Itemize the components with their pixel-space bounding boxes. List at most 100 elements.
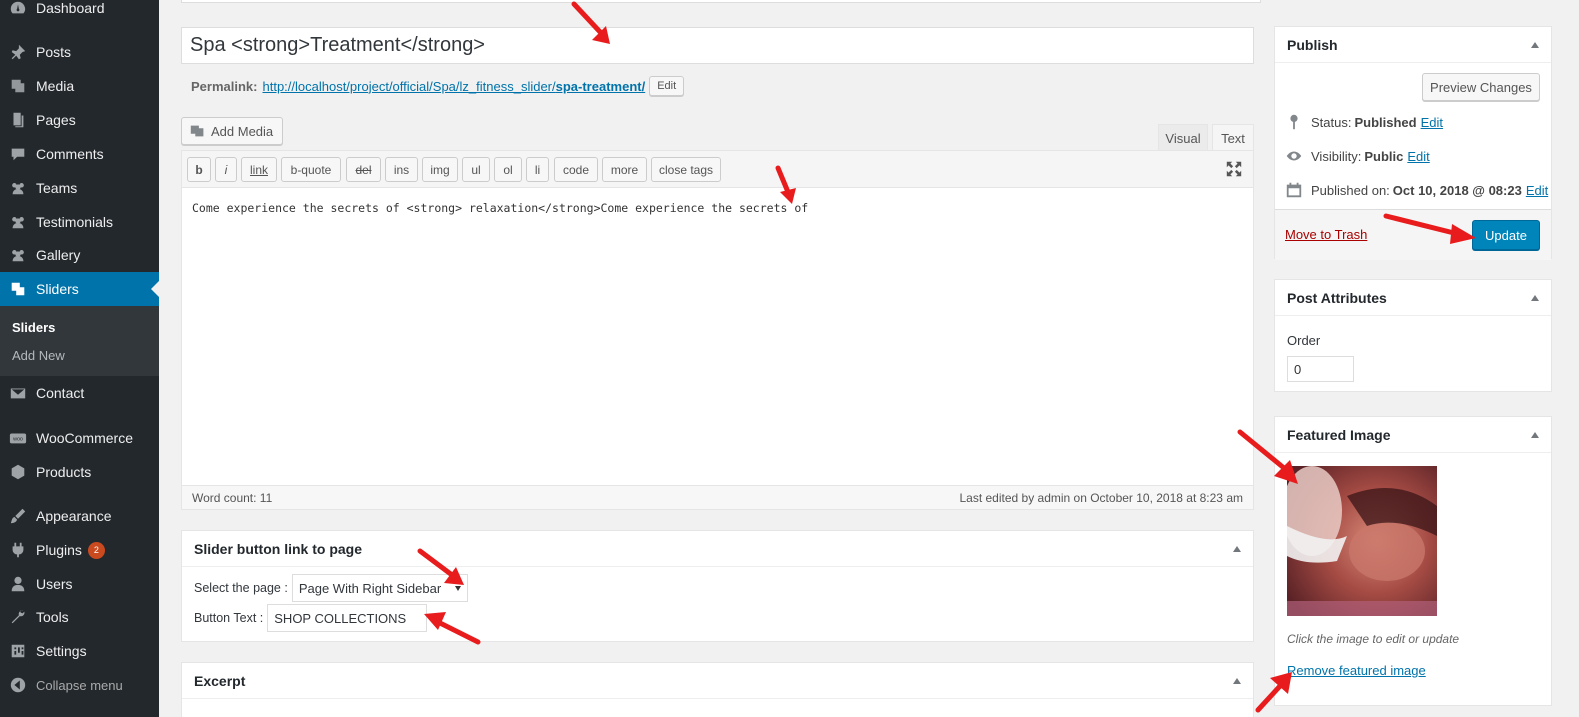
sliders-submenu: Sliders Add New: [0, 306, 159, 376]
plugin-update-badge: 2: [87, 541, 105, 559]
sidebar-item-dashboard[interactable]: Dashboard: [0, 0, 159, 25]
toggle-up-icon[interactable]: [1531, 431, 1539, 438]
fullscreen-icon[interactable]: [1225, 160, 1243, 178]
admin-sidebar: Dashboard Posts Media Pages Comments Tea…: [0, 0, 159, 717]
qt-img-button[interactable]: img: [422, 157, 458, 182]
button-text-label: Button Text :: [194, 611, 264, 625]
publish-actions: Move to Trash Update: [1275, 209, 1551, 260]
sidebar-item-contact[interactable]: Contact: [0, 376, 159, 410]
published-label: Published on:: [1311, 182, 1390, 198]
svg-text:woo: woo: [12, 437, 23, 443]
metabox-header[interactable]: Featured Image: [1275, 417, 1551, 453]
update-button[interactable]: Update: [1472, 220, 1540, 250]
sidebar-item-appearance[interactable]: Appearance: [0, 499, 159, 533]
sidebar-item-teams[interactable]: Teams: [0, 171, 159, 205]
post-title-input[interactable]: [181, 27, 1254, 64]
page-select-value: Page With Right Sidebar: [298, 580, 442, 596]
groups-icon: [0, 213, 36, 231]
qt-close-tags-button[interactable]: close tags: [651, 157, 721, 182]
published-value: Oct 10, 2018 @ 08:23: [1392, 182, 1522, 198]
sidebar-item-pages[interactable]: Pages: [0, 103, 159, 137]
collapse-menu-button[interactable]: Collapse menu: [0, 668, 159, 702]
sidebar-item-label: Products: [36, 464, 92, 480]
eye-icon: [1286, 151, 1302, 161]
qt-del-button[interactable]: del: [346, 157, 381, 182]
metabox-title: Publish: [1287, 36, 1338, 53]
tab-visual[interactable]: Visual: [1158, 124, 1208, 151]
metabox-header[interactable]: Publish: [1275, 27, 1551, 63]
qt-blockquote-button[interactable]: b-quote: [281, 157, 341, 182]
toggle-up-icon[interactable]: [1233, 545, 1241, 552]
featured-image-thumbnail[interactable]: [1287, 466, 1437, 616]
sidebar-item-tools[interactable]: Tools: [0, 600, 159, 634]
toggle-up-icon[interactable]: [1531, 41, 1539, 48]
toggle-up-icon[interactable]: [1233, 677, 1241, 684]
qt-li-button[interactable]: li: [526, 157, 549, 182]
page-select[interactable]: Page With Right Sidebar: [291, 574, 468, 602]
order-input[interactable]: 0: [1287, 356, 1354, 382]
metabox-header[interactable]: Post Attributes: [1275, 280, 1551, 316]
select-page-row: Select the page : Page With Right Sideba…: [194, 574, 468, 602]
post-attributes-metabox: Post Attributes Order 0: [1274, 279, 1552, 392]
tab-text[interactable]: Text: [1212, 124, 1254, 151]
edit-date-link[interactable]: Edit: [1526, 183, 1548, 198]
qt-bold-button[interactable]: b: [187, 157, 211, 182]
button-text-row: Button Text : SHOP COLLECTIONS: [194, 604, 428, 632]
move-to-trash-link[interactable]: Move to Trash: [1285, 227, 1367, 242]
sidebar-item-settings[interactable]: Settings: [0, 634, 159, 668]
sidebar-item-label: Sliders: [36, 281, 79, 297]
settings-icon: [0, 642, 36, 660]
sidebar-item-label: Users: [36, 576, 73, 592]
button-text-input[interactable]: SHOP COLLECTIONS: [267, 604, 428, 632]
visibility-label: Visibility:: [1311, 148, 1362, 164]
qt-more-button[interactable]: more: [602, 157, 647, 182]
metabox-header[interactable]: Slider button link to page: [182, 531, 1253, 567]
pin-icon: [0, 43, 36, 61]
qt-ol-button[interactable]: ol: [494, 157, 522, 182]
permalink-row: Permalink: http://localhost/project/offi…: [191, 76, 685, 96]
permalink-base: http://localhost/project/official/Spa/lz…: [262, 78, 556, 94]
sidebar-item-comments[interactable]: Comments: [0, 137, 159, 171]
post-status-row: Status: Published Edit: [1285, 113, 1443, 131]
qt-link-button[interactable]: link: [241, 157, 277, 182]
email-icon: [0, 384, 36, 402]
qt-italic-button[interactable]: i: [215, 157, 237, 182]
metabox-header[interactable]: Excerpt: [182, 663, 1253, 699]
sidebar-item-posts[interactable]: Posts: [0, 35, 159, 69]
edit-visibility-link[interactable]: Edit: [1407, 149, 1429, 164]
sidebar-item-testimonials[interactable]: Testimonials: [0, 205, 159, 239]
permalink-link[interactable]: http://localhost/project/official/Spa/lz…: [262, 79, 645, 94]
metabox-title: Post Attributes: [1287, 289, 1387, 306]
edit-status-link[interactable]: Edit: [1421, 115, 1443, 130]
toggle-up-icon[interactable]: [1531, 294, 1539, 301]
current-menu-pointer: [151, 281, 159, 297]
caret-down-icon: [454, 586, 461, 591]
sidebar-item-woocommerce[interactable]: woo WooCommerce: [0, 421, 159, 455]
qt-ins-button[interactable]: ins: [385, 157, 418, 182]
sidebar-item-label: Gallery: [36, 247, 81, 263]
permalink-edit-button[interactable]: Edit: [649, 76, 685, 96]
sidebar-item-label: Collapse menu: [36, 677, 123, 693]
editor-textarea[interactable]: Come experience the secrets of <strong> …: [192, 201, 808, 215]
sidebar-item-plugins[interactable]: Plugins 2: [0, 533, 159, 567]
add-media-button[interactable]: Add Media: [181, 117, 283, 145]
cube-icon: [0, 463, 36, 481]
preview-changes-button[interactable]: Preview Changes: [1422, 73, 1540, 101]
sidebar-item-products[interactable]: Products: [0, 455, 159, 489]
sidebar-item-gallery[interactable]: Gallery: [0, 238, 159, 272]
sidebar-item-label: Pages: [36, 112, 76, 128]
sidebar-item-media[interactable]: Media: [0, 69, 159, 103]
sidebar-item-label: Teams: [36, 180, 78, 196]
slider-button-metabox: Slider button link to page Select the pa…: [181, 530, 1254, 642]
submenu-sliders[interactable]: Sliders: [12, 320, 55, 335]
select-page-label: Select the page :: [194, 581, 288, 595]
qt-ul-button[interactable]: ul: [462, 157, 490, 182]
sidebar-item-label: Plugins: [36, 542, 82, 558]
submenu-add-new[interactable]: Add New: [12, 348, 65, 363]
sidebar-item-users[interactable]: Users: [0, 567, 159, 601]
qt-code-button[interactable]: code: [554, 157, 598, 182]
metabox-title: Slider button link to page: [194, 540, 362, 557]
remove-featured-image-link[interactable]: Remove featured image: [1287, 663, 1426, 678]
sidebar-item-sliders[interactable]: Sliders: [0, 272, 159, 306]
sidebar-item-label: Testimonials: [36, 214, 114, 230]
